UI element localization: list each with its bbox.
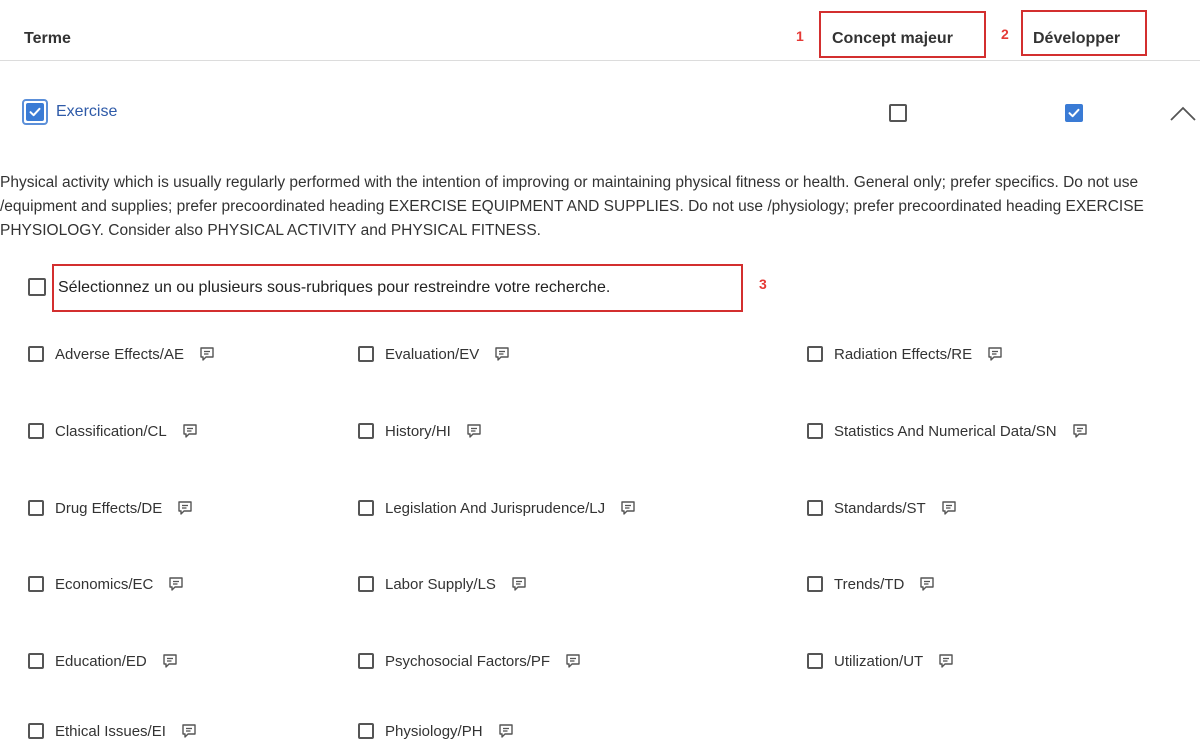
subheading-label: Utilization/UT xyxy=(834,652,924,670)
subheading-checkbox[interactable] xyxy=(358,346,374,362)
subheading-checkbox[interactable] xyxy=(807,576,823,592)
note-comment-icon[interactable] xyxy=(161,652,179,670)
subheading-checkbox[interactable] xyxy=(28,576,44,592)
subheading-item[interactable]: Economics/EC xyxy=(28,574,185,594)
subheading-label: Classification/CL xyxy=(55,422,167,440)
subheading-label: Drug Effects/DE xyxy=(55,499,163,517)
subheading-label: Psychosocial Factors/PF xyxy=(385,652,551,670)
note-comment-icon[interactable] xyxy=(937,652,955,670)
subheading-label: Physiology/PH xyxy=(385,722,483,740)
subheading-label: Education/ED xyxy=(55,652,147,670)
subheading-checkbox[interactable] xyxy=(358,423,374,439)
subheading-checkbox[interactable] xyxy=(358,500,374,516)
subheading-checkbox[interactable] xyxy=(807,346,823,362)
collapse-chevron-up-icon[interactable] xyxy=(1168,102,1198,124)
subheading-checkbox[interactable] xyxy=(28,423,44,439)
select-subheadings-label: Sélectionnez un ou plusieurs sous-rubriq… xyxy=(58,279,611,296)
subheading-item[interactable]: Drug Effects/DE xyxy=(28,498,194,518)
subheading-checkbox[interactable] xyxy=(807,423,823,439)
major-concept-checkbox[interactable] xyxy=(889,104,907,122)
subheading-checkbox[interactable] xyxy=(358,723,374,739)
subheading-item[interactable]: Trends/TD xyxy=(807,574,936,594)
note-comment-icon[interactable] xyxy=(564,652,582,670)
note-comment-icon[interactable] xyxy=(180,722,198,740)
subheading-item[interactable]: Legislation And Jurisprudence/LJ xyxy=(358,498,637,518)
term-checkbox-focus-ring[interactable] xyxy=(22,99,48,125)
subheading-checkbox[interactable] xyxy=(28,346,44,362)
subheading-item[interactable]: Evaluation/EV xyxy=(358,344,511,364)
subheading-label: Standards/ST xyxy=(834,499,926,517)
header-divider xyxy=(0,60,1200,61)
subheading-checkbox[interactable] xyxy=(358,653,374,669)
note-comment-icon[interactable] xyxy=(986,345,1004,363)
note-comment-icon[interactable] xyxy=(940,499,958,517)
subheading-label: Ethical Issues/EI xyxy=(55,722,166,740)
subheading-item[interactable]: Psychosocial Factors/PF xyxy=(358,651,582,671)
note-comment-icon[interactable] xyxy=(1071,422,1089,440)
subheading-label: Statistics And Numerical Data/SN xyxy=(834,422,1057,440)
subheading-label: History/HI xyxy=(385,422,451,440)
subheading-item[interactable]: Statistics And Numerical Data/SN xyxy=(807,421,1089,441)
note-comment-icon[interactable] xyxy=(493,345,511,363)
subheading-label: Economics/EC xyxy=(55,575,154,593)
select-subheadings-checkbox[interactable] xyxy=(28,278,46,296)
major-concept-column-header: Concept majeur xyxy=(832,30,953,47)
annotation-number-1: 1 xyxy=(796,28,804,44)
subheading-checkbox[interactable] xyxy=(358,576,374,592)
subheading-item[interactable]: Labor Supply/LS xyxy=(358,574,528,594)
subheading-label: Evaluation/EV xyxy=(385,345,480,363)
expand-column-header: Développer xyxy=(1033,30,1121,47)
term-name-link[interactable]: Exercise xyxy=(56,103,117,121)
note-comment-icon[interactable] xyxy=(181,422,199,440)
note-comment-icon[interactable] xyxy=(198,345,216,363)
subheading-label: Trends/TD xyxy=(834,575,905,593)
subheading-item[interactable]: Radiation Effects/RE xyxy=(807,344,1004,364)
subheading-label: Adverse Effects/AE xyxy=(55,345,184,363)
term-description: Physical activity which is usually regul… xyxy=(0,174,1144,239)
subheading-item[interactable]: Classification/CL xyxy=(28,421,199,441)
annotation-number-2: 2 xyxy=(1001,26,1009,42)
subheading-item[interactable]: Adverse Effects/AE xyxy=(28,344,216,364)
note-comment-icon[interactable] xyxy=(497,722,515,740)
note-comment-icon[interactable] xyxy=(176,499,194,517)
subheading-item[interactable]: Ethical Issues/EI xyxy=(28,721,198,741)
note-comment-icon[interactable] xyxy=(167,575,185,593)
annotation-number-3: 3 xyxy=(759,276,767,292)
subheading-item[interactable]: Utilization/UT xyxy=(807,651,955,671)
subheading-label: Legislation And Jurisprudence/LJ xyxy=(385,499,606,517)
subheading-checkbox[interactable] xyxy=(28,500,44,516)
note-comment-icon[interactable] xyxy=(619,499,637,517)
expand-checkbox[interactable] xyxy=(1065,104,1083,122)
note-comment-icon[interactable] xyxy=(465,422,483,440)
note-comment-icon[interactable] xyxy=(510,575,528,593)
subheading-checkbox[interactable] xyxy=(807,653,823,669)
subheading-item[interactable]: Education/ED xyxy=(28,651,179,671)
term-checkbox[interactable] xyxy=(26,103,44,121)
subheading-item[interactable]: Standards/ST xyxy=(807,498,958,518)
subheading-checkbox[interactable] xyxy=(28,653,44,669)
subheading-item[interactable]: Physiology/PH xyxy=(358,721,515,741)
subheading-checkbox[interactable] xyxy=(807,500,823,516)
note-comment-icon[interactable] xyxy=(918,575,936,593)
subheading-item[interactable]: History/HI xyxy=(358,421,483,441)
term-column-header: Terme xyxy=(24,30,71,47)
subheading-checkbox[interactable] xyxy=(28,723,44,739)
subheading-label: Labor Supply/LS xyxy=(385,575,496,593)
subheading-label: Radiation Effects/RE xyxy=(834,345,973,363)
